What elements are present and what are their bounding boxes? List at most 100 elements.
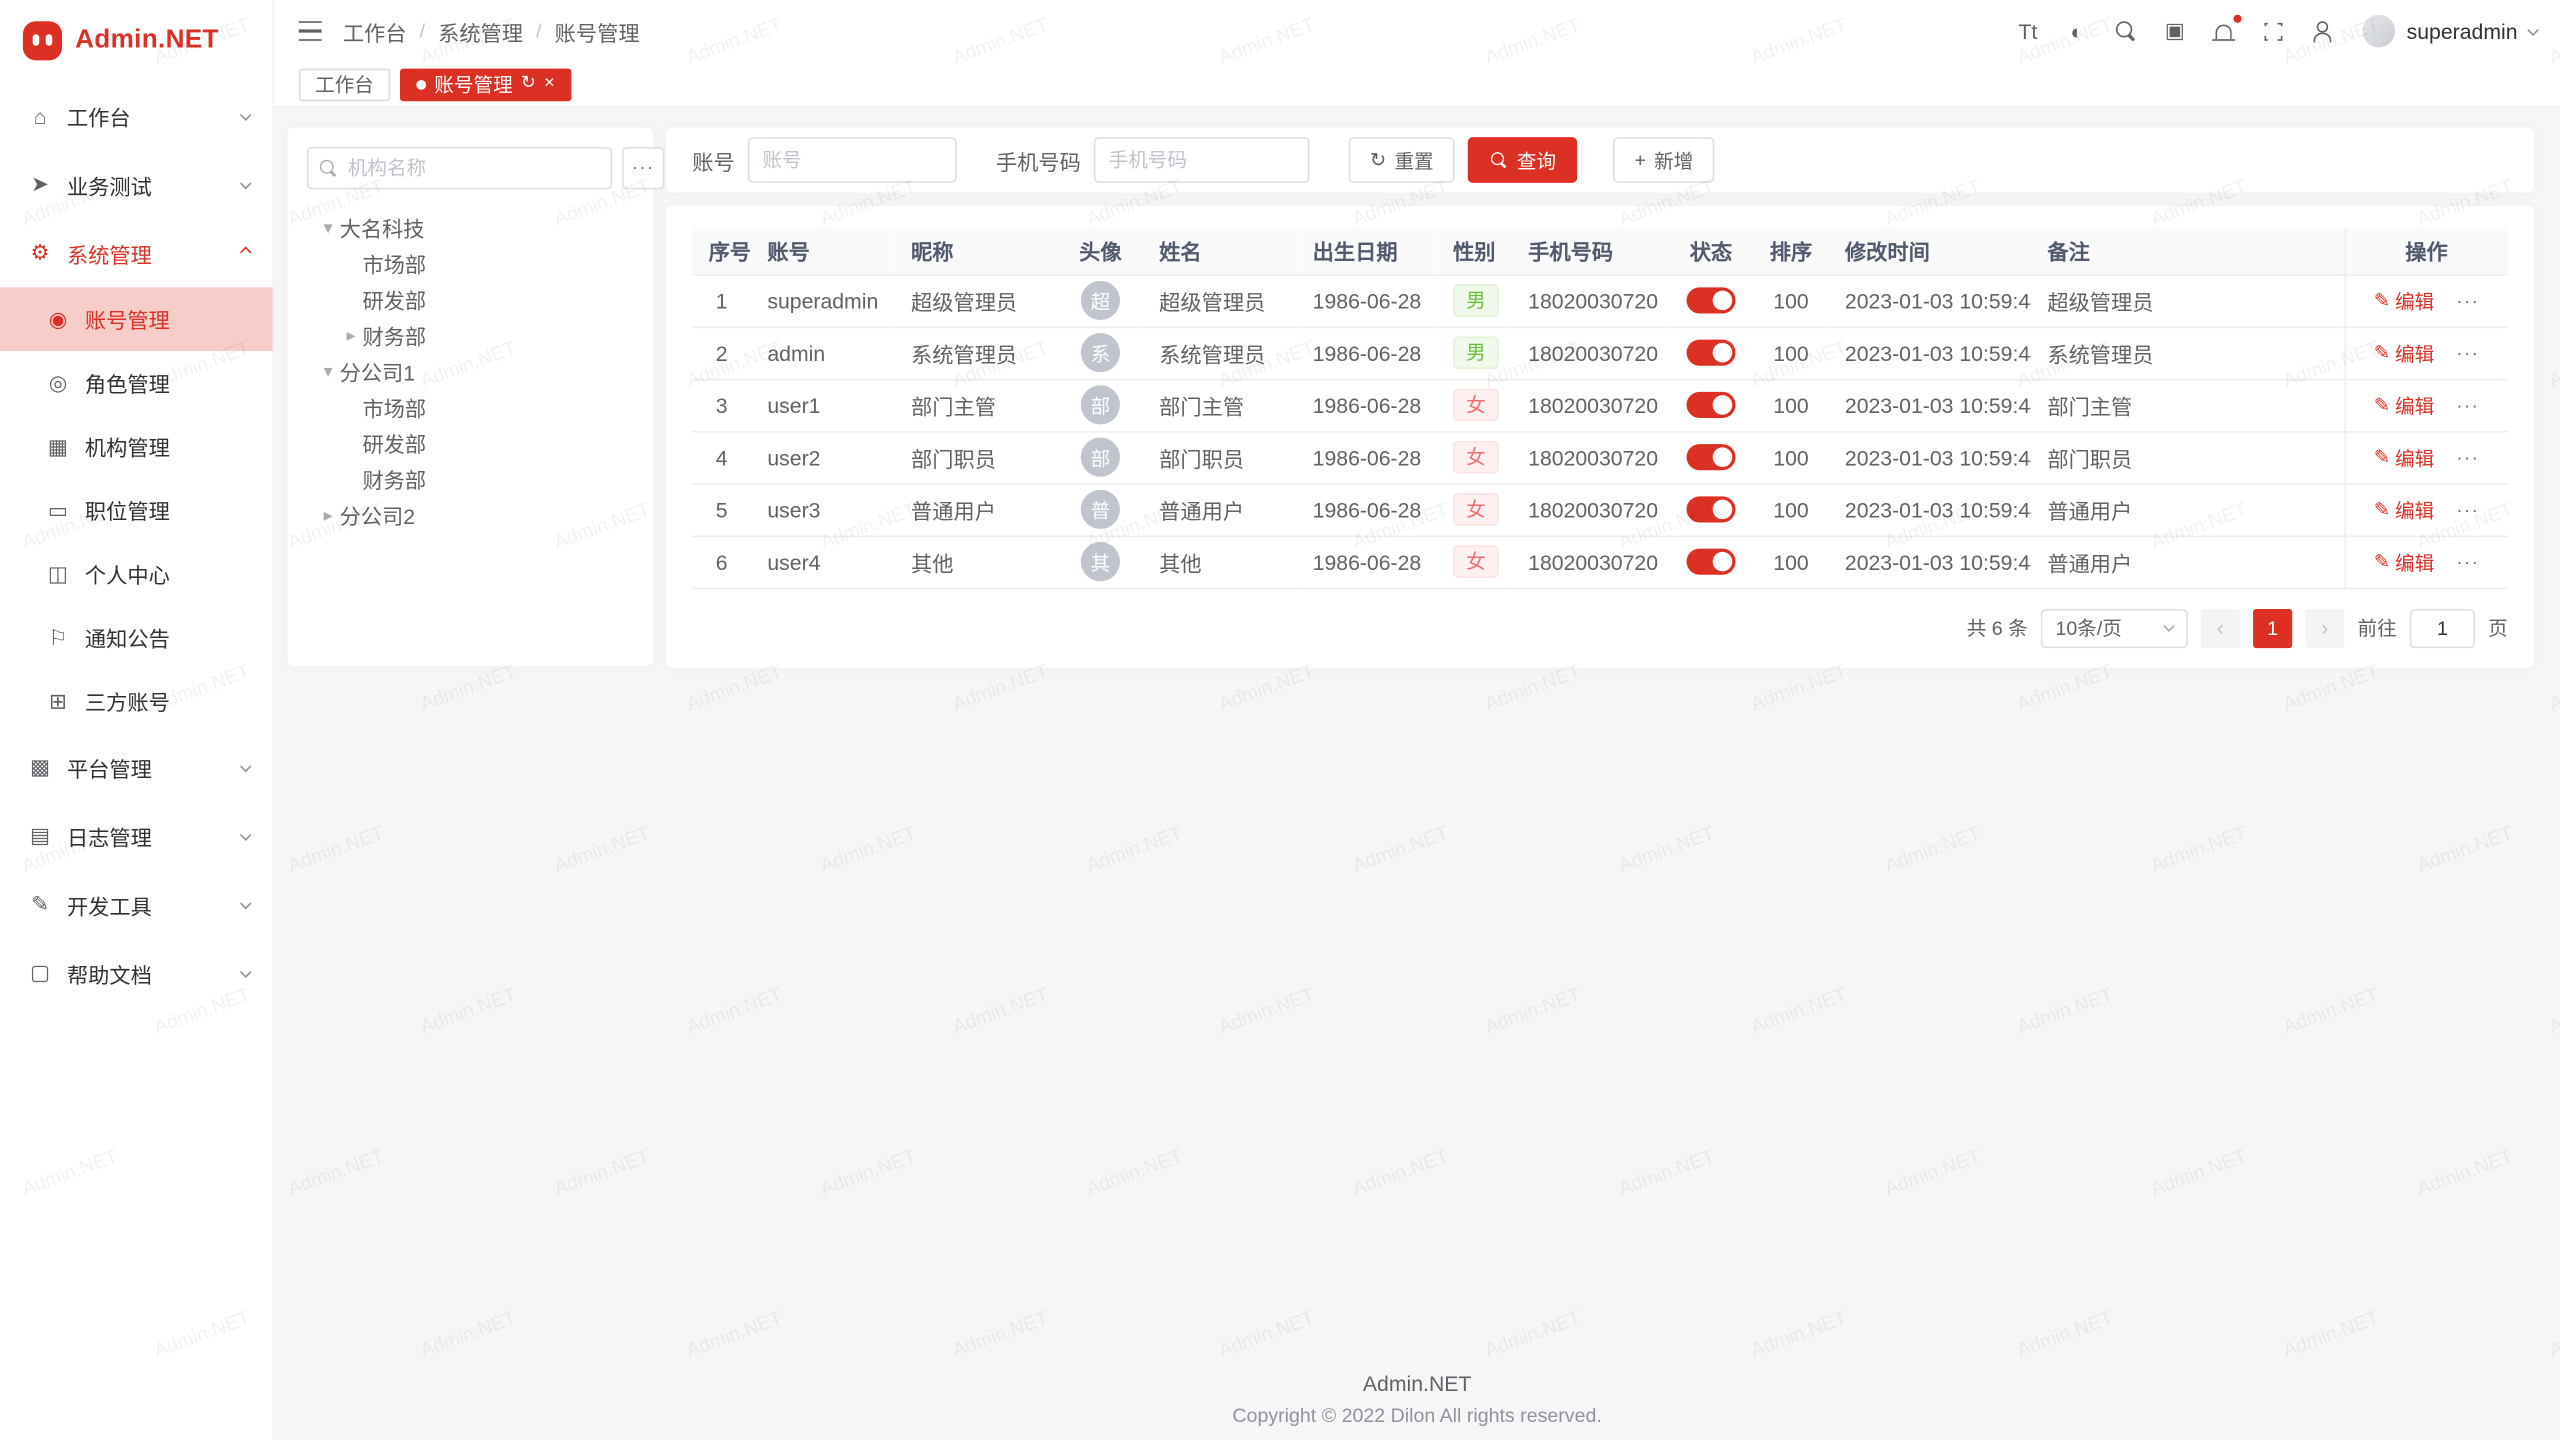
org-search-input[interactable] bbox=[307, 147, 612, 189]
status-toggle[interactable] bbox=[1687, 392, 1736, 418]
tree-node[interactable]: ▸ 分公司2 bbox=[307, 496, 634, 532]
current-page-button[interactable]: 1 bbox=[2253, 608, 2292, 647]
next-page-button[interactable]: › bbox=[2305, 608, 2344, 647]
tree-node[interactable]: 财务部 bbox=[307, 460, 634, 496]
caret-down-icon[interactable]: ▾ bbox=[317, 360, 340, 381]
reset-button[interactable]: ↻ 重置 bbox=[1349, 137, 1455, 183]
tree-node[interactable]: ▾ 分公司1 bbox=[307, 353, 634, 389]
row-more-button[interactable]: ··· bbox=[2456, 501, 2479, 521]
tab-account-management[interactable]: 账号管理 ↻ × bbox=[400, 68, 571, 101]
notification-badge bbox=[2234, 15, 2242, 23]
sidebar-item-personal-center[interactable]: ◫ 个人中心 bbox=[0, 542, 273, 606]
col-header: 头像 bbox=[1058, 229, 1143, 275]
sidebar-item-help-docs[interactable]: ▢ 帮助文档 bbox=[0, 939, 273, 1008]
gender-badge: 男 bbox=[1453, 284, 1499, 317]
row-more-button[interactable]: ··· bbox=[2456, 553, 2479, 573]
phone-input[interactable] bbox=[1094, 137, 1310, 183]
cell-name: 超级管理员 bbox=[1143, 274, 1296, 326]
accounts-table-panel: 序号 账号 昵称 头像 姓名 出生日期 性别 手机号码 状态 排序 修改时间 bbox=[666, 206, 2534, 667]
cell-phone: 18020030720 bbox=[1512, 274, 1669, 326]
sidebar-item-role-management[interactable]: ◎ 角色管理 bbox=[0, 351, 273, 415]
avatar: 普 bbox=[1081, 490, 1120, 529]
refresh-icon[interactable]: ↻ bbox=[521, 75, 536, 93]
sidebar-item-log-management[interactable]: ▤ 日志管理 bbox=[0, 802, 273, 871]
account-input[interactable] bbox=[748, 137, 957, 183]
tree-node[interactable]: ▸ 财务部 bbox=[307, 317, 634, 353]
sidebar-item-platform-management[interactable]: ▩ 平台管理 bbox=[0, 733, 273, 802]
goto-page-input[interactable] bbox=[2410, 608, 2475, 647]
fullscreen-icon[interactable] bbox=[2261, 18, 2284, 44]
add-button[interactable]: + 新增 bbox=[1613, 137, 1714, 183]
sidebar-item-account-management[interactable]: ◉ 账号管理 bbox=[0, 287, 273, 351]
cell-account: admin bbox=[751, 327, 895, 379]
chevron-down-icon bbox=[2527, 24, 2539, 36]
caret-right-icon[interactable]: ▸ bbox=[340, 324, 363, 345]
status-toggle[interactable] bbox=[1687, 497, 1736, 523]
edit-button[interactable]: ✎编辑 bbox=[2374, 443, 2435, 471]
edit-button[interactable]: ✎编辑 bbox=[2374, 548, 2435, 576]
col-header: 操作 bbox=[2344, 229, 2507, 275]
cell-phone: 18020030720 bbox=[1512, 379, 1669, 431]
sidebar-item-notice[interactable]: ⚐ 通知公告 bbox=[0, 606, 273, 670]
sidebar-item-dev-tools[interactable]: ✎ 开发工具 bbox=[0, 870, 273, 939]
edit-button[interactable]: ✎编辑 bbox=[2374, 391, 2435, 419]
edit-button[interactable]: ✎编辑 bbox=[2374, 496, 2435, 524]
tree-node[interactable]: 研发部 bbox=[307, 281, 634, 317]
sidebar-item-system-management[interactable]: ⚙ 系统管理 bbox=[0, 219, 273, 288]
row-more-button[interactable]: ··· bbox=[2456, 397, 2479, 417]
sidebar-item-third-party-account[interactable]: ⊞ 三方账号 bbox=[0, 669, 273, 733]
caret-down-icon[interactable]: ▾ bbox=[317, 216, 340, 237]
edit-icon: ✎ bbox=[2374, 446, 2390, 469]
tree-node[interactable]: 市场部 bbox=[307, 389, 634, 425]
close-icon[interactable]: × bbox=[544, 75, 555, 93]
breadcrumb-item[interactable]: 工作台 bbox=[343, 16, 407, 47]
table-row: 4 user2 部门职员 部 部门职员 1986-06-28 女 1802003… bbox=[692, 431, 2508, 483]
tree-node[interactable]: 研发部 bbox=[307, 424, 634, 460]
gender-badge: 女 bbox=[1453, 441, 1499, 474]
sidebar-item-position-management[interactable]: ▭ 职位管理 bbox=[0, 478, 273, 542]
status-toggle[interactable] bbox=[1687, 445, 1736, 471]
org-tree: ▾ 大名科技 市场部 研发部 ▸ 财务部 bbox=[307, 209, 634, 532]
edit-button[interactable]: ✎编辑 bbox=[2374, 339, 2435, 367]
font-size-icon[interactable]: Tt bbox=[2016, 18, 2039, 44]
menu-collapse-icon[interactable] bbox=[299, 21, 322, 41]
cell-phone: 18020030720 bbox=[1512, 431, 1669, 483]
sidebar-item-business-test[interactable]: ➤ 业务测试 bbox=[0, 150, 273, 219]
user-menu[interactable]: superadmin bbox=[2363, 15, 2538, 48]
status-toggle[interactable] bbox=[1687, 340, 1736, 366]
app-logo[interactable]: Admin.NET bbox=[0, 0, 273, 82]
prev-page-button[interactable]: ‹ bbox=[2201, 608, 2240, 647]
row-more-button[interactable]: ··· bbox=[2456, 292, 2479, 312]
status-toggle[interactable] bbox=[1687, 549, 1736, 575]
breadcrumb-item[interactable]: 系统管理 bbox=[438, 16, 523, 47]
user-icon[interactable] bbox=[2310, 18, 2333, 44]
edit-button[interactable]: ✎编辑 bbox=[2374, 287, 2435, 315]
row-more-button[interactable]: ··· bbox=[2456, 344, 2479, 364]
locale-icon[interactable]: ◐ bbox=[2065, 18, 2088, 44]
cell-name: 部门职员 bbox=[1143, 431, 1296, 483]
log-icon: ▤ bbox=[26, 823, 54, 849]
doc-icon: ▢ bbox=[26, 960, 54, 986]
tab-workbench[interactable]: 工作台 bbox=[299, 68, 390, 101]
tree-node[interactable]: 市场部 bbox=[307, 245, 634, 281]
search-button[interactable]: 查询 bbox=[1468, 137, 1577, 183]
org-tree-panel: ··· ▾ 大名科技 市场部 研发部 bbox=[287, 127, 653, 666]
notification-icon[interactable] bbox=[2212, 18, 2235, 44]
page-size-select[interactable]: 10条/页 bbox=[2041, 608, 2188, 647]
tree-node[interactable]: ▾ 大名科技 bbox=[307, 209, 634, 245]
col-header: 修改时间 bbox=[1829, 229, 2031, 275]
sidebar-item-org-management[interactable]: ▦ 机构管理 bbox=[0, 415, 273, 479]
status-toggle[interactable] bbox=[1687, 288, 1736, 314]
caret-right-icon[interactable]: ▸ bbox=[317, 504, 340, 525]
avatar: 部 bbox=[1081, 438, 1120, 477]
col-header: 状态 bbox=[1669, 229, 1754, 275]
edit-icon: ✎ bbox=[2374, 289, 2390, 312]
theme-icon[interactable]: ▣ bbox=[2163, 18, 2186, 44]
cell-remark: 普通用户 bbox=[2031, 536, 2344, 588]
avatar bbox=[2363, 15, 2396, 48]
row-more-button[interactable]: ··· bbox=[2456, 449, 2479, 469]
tree-more-button[interactable]: ··· bbox=[622, 147, 664, 189]
tools-icon: ✎ bbox=[26, 891, 54, 917]
sidebar-item-workbench[interactable]: ⌂ 工作台 bbox=[0, 82, 273, 151]
search-icon[interactable] bbox=[2114, 18, 2137, 44]
